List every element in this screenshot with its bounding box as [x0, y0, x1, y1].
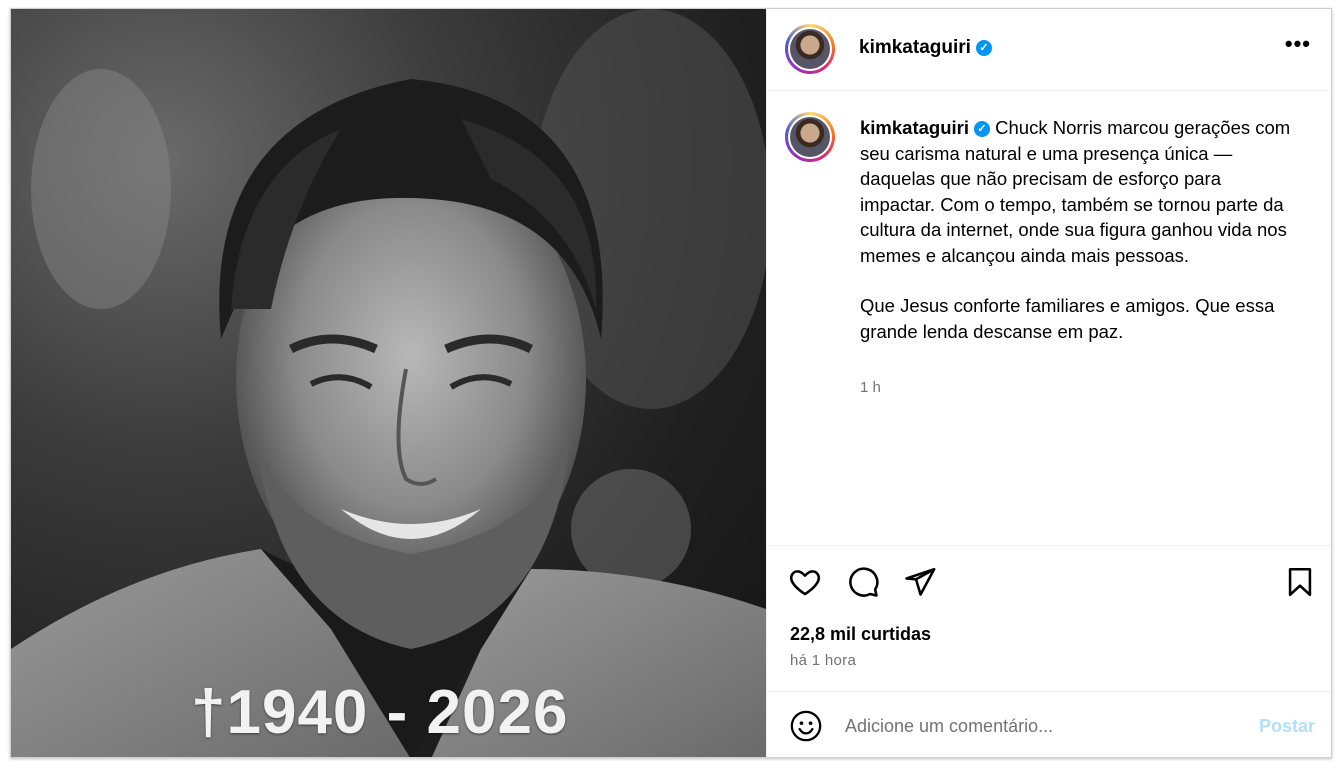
comment-bar: Postar — [767, 691, 1331, 757]
author-username[interactable]: kimkataguiri ✓ — [859, 37, 992, 59]
caption-verified-badge-icon: ✓ — [974, 121, 990, 137]
verified-badge-icon: ✓ — [975, 40, 992, 56]
author-avatar[interactable] — [785, 24, 835, 74]
post-side-panel: kimkataguiri ✓ ••• kimkataguiri ✓ Chuck No… — [766, 9, 1331, 757]
actions-divider — [767, 545, 1331, 546]
comment-input[interactable] — [845, 712, 1225, 740]
heart-icon[interactable] — [788, 565, 822, 604]
bookmark-icon[interactable] — [1283, 565, 1317, 604]
post-header: kimkataguiri ✓ ••• — [767, 9, 1331, 91]
caption-timestamp[interactable]: 1 h — [860, 379, 881, 396]
header-username-text[interactable]: kimkataguiri — [859, 37, 971, 58]
caption-author-avatar[interactable] — [785, 112, 835, 162]
post-timestamp[interactable]: há 1 hora — [790, 652, 856, 669]
paper-plane-icon[interactable] — [903, 565, 937, 604]
post-image[interactable]: †1940 - 2026 — [11, 9, 766, 757]
comment-icon[interactable] — [846, 565, 880, 604]
caption-text-1: Chuck Norris marcou gerações com seu car… — [860, 117, 1291, 266]
more-options-icon[interactable]: ••• — [1285, 31, 1311, 57]
caption-username[interactable]: kimkataguiri — [860, 117, 969, 138]
post-modal: †1940 - 2026 kimkataguiri ✓ ••• kimkatagu… — [10, 8, 1332, 758]
caption-text-2: Que Jesus conforte familiares e amigos. … — [860, 295, 1275, 342]
memorial-dates-text: †1940 - 2026 — [191, 678, 569, 747]
portrait-illustration — [11, 9, 766, 757]
smiley-icon[interactable] — [789, 709, 823, 748]
post-comment-button[interactable]: Postar — [1259, 716, 1315, 737]
likes-count[interactable]: 22,8 mil curtidas — [790, 624, 931, 645]
post-caption: kimkataguiri ✓ Chuck Norris marcou geraçõ… — [860, 115, 1300, 344]
